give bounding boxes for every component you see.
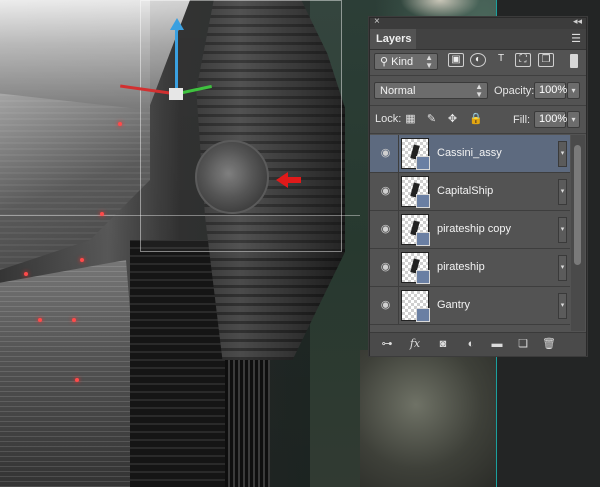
eye-icon[interactable]: ◉ bbox=[379, 299, 392, 312]
chevron-updown-icon: ▲ ▼ bbox=[425, 53, 433, 70]
warning-light bbox=[24, 272, 28, 276]
divider bbox=[398, 173, 399, 211]
shape-filter-icon[interactable]: ⛶ bbox=[515, 53, 531, 67]
eye-icon[interactable]: ◉ bbox=[379, 223, 392, 236]
fill-label: Fill: bbox=[513, 114, 531, 126]
blend-mode-select[interactable]: Normal ▲ ▼ bbox=[374, 82, 488, 99]
layer-thumbnail bbox=[401, 252, 430, 284]
warning-light bbox=[118, 122, 122, 126]
y-axis-arrow-icon[interactable] bbox=[170, 18, 184, 30]
y-axis-handle[interactable] bbox=[175, 28, 178, 90]
warning-light bbox=[72, 318, 76, 322]
warning-light bbox=[75, 378, 79, 382]
fill-dropdown-icon[interactable]: ▾ bbox=[567, 111, 580, 128]
layer-name[interactable]: Gantry bbox=[437, 299, 470, 311]
3d-layer-badge-icon bbox=[416, 156, 430, 170]
fx-icon[interactable]: fx bbox=[406, 337, 424, 351]
divider bbox=[370, 105, 586, 106]
3d-layer-badge-icon bbox=[416, 232, 430, 246]
expand-icon[interactable]: ▾ bbox=[558, 217, 567, 243]
layer-row[interactable]: ◉ pirateship ▾ bbox=[370, 249, 570, 287]
kind-filter-select[interactable]: ⚲ Kind ▲ ▼ bbox=[374, 53, 438, 70]
scrollbar-thumb[interactable] bbox=[574, 145, 581, 265]
filter-toggle[interactable] bbox=[570, 54, 578, 68]
link-icon[interactable]: ⊶ bbox=[378, 337, 396, 351]
layer-name[interactable]: pirateship copy bbox=[437, 223, 511, 235]
trash-icon[interactable]: 🗑 bbox=[540, 337, 558, 351]
3d-layer-badge-icon bbox=[416, 308, 430, 322]
lock-position-icon[interactable]: ✥ bbox=[446, 113, 459, 126]
expand-icon[interactable]: ▾ bbox=[558, 179, 567, 205]
eye-icon[interactable]: ◉ bbox=[379, 185, 392, 198]
type-filter-icon[interactable]: T bbox=[493, 53, 509, 67]
eye-icon[interactable]: ◉ bbox=[379, 261, 392, 274]
lock-image-pixels-icon[interactable]: ✎ bbox=[425, 113, 438, 126]
eye-icon[interactable]: ◉ bbox=[379, 147, 392, 160]
opacity-field[interactable]: 100% bbox=[534, 82, 567, 99]
bounding-box-edge bbox=[0, 215, 360, 216]
collapse-icon[interactable]: ◂◂ bbox=[573, 16, 582, 27]
layer-row[interactable]: ◉ CapitalShip ▾ bbox=[370, 173, 570, 211]
layer-name[interactable]: Cassini_assy bbox=[437, 147, 502, 159]
warning-light bbox=[80, 258, 84, 262]
blend-mode-value: Normal bbox=[380, 85, 416, 97]
layers-list: ◉ Cassini_assy ▾ ◉ CapitalShip ▾ ◉ pirat… bbox=[370, 135, 570, 331]
folder-icon[interactable]: ▬ bbox=[488, 337, 506, 351]
layer-row[interactable]: ◉ Cassini_assy ▾ bbox=[370, 135, 570, 173]
layer-row[interactable]: ◉ pirateship copy ▾ bbox=[370, 211, 570, 249]
layer-thumbnail bbox=[401, 138, 430, 170]
expand-icon[interactable]: ▾ bbox=[558, 141, 567, 167]
rock bbox=[360, 350, 500, 487]
warning-light bbox=[38, 318, 42, 322]
close-icon[interactable]: × bbox=[374, 16, 380, 27]
smart-object-filter-icon[interactable]: ❐ bbox=[538, 53, 554, 67]
warning-light bbox=[100, 212, 104, 216]
divider bbox=[370, 75, 586, 76]
panel-menu-icon[interactable]: ☰ bbox=[571, 32, 581, 45]
lock-transparent-pixels-icon[interactable]: ▦ bbox=[404, 113, 417, 126]
adjustment-filter-icon[interactable]: ◐ bbox=[470, 53, 486, 67]
tab-layers[interactable]: Layers bbox=[370, 29, 416, 49]
divider bbox=[398, 135, 399, 173]
divider bbox=[370, 133, 586, 134]
red-arrow-marker-tail bbox=[287, 177, 301, 183]
divider bbox=[398, 287, 399, 325]
expand-icon[interactable]: ▾ bbox=[558, 255, 567, 281]
layer-thumbnail bbox=[401, 176, 430, 208]
chevron-updown-icon: ▲ ▼ bbox=[475, 82, 483, 99]
expand-icon[interactable]: ▾ bbox=[558, 293, 567, 319]
layer-thumbnail bbox=[401, 290, 430, 322]
layer-name[interactable]: CapitalShip bbox=[437, 185, 493, 197]
3d-layer-badge-icon bbox=[416, 194, 430, 208]
panel-footer: ⊶ fx ◙ ◐ ▬ ❏ 🗑 bbox=[370, 332, 586, 356]
divider bbox=[398, 211, 399, 249]
3d-layer-badge-icon bbox=[416, 270, 430, 284]
mask-icon[interactable]: ◙ bbox=[434, 337, 452, 351]
panel-titlebar: × ◂◂ bbox=[370, 16, 586, 29]
gizmo-center-cube[interactable] bbox=[169, 88, 183, 100]
new-layer-icon[interactable]: ❏ bbox=[514, 337, 532, 351]
image-filter-icon[interactable]: ▣ bbox=[448, 53, 464, 67]
panel-tabbar: Layers ☰ bbox=[370, 29, 586, 50]
kind-filter-label: Kind bbox=[391, 56, 414, 68]
lock-label: Lock: bbox=[375, 113, 402, 125]
search-icon: ⚲ bbox=[380, 56, 392, 68]
opacity-label: Opacity: bbox=[494, 85, 535, 97]
layer-thumbnail bbox=[401, 214, 430, 246]
layer-name[interactable]: pirateship bbox=[437, 261, 485, 273]
divider bbox=[398, 249, 399, 287]
lock-all-icon[interactable]: 🔒 bbox=[469, 113, 483, 126]
fill-field[interactable]: 100% bbox=[534, 111, 567, 128]
adjustment-icon[interactable]: ◐ bbox=[462, 337, 480, 351]
opacity-dropdown-icon[interactable]: ▾ bbox=[567, 82, 580, 99]
layers-scrollbar[interactable] bbox=[571, 135, 585, 331]
layers-panel: × ◂◂ Layers ☰ ⚲ Kind ▲ ▼ ▣ ◐ T ⛶ ❐ Normal… bbox=[369, 16, 587, 356]
layer-row[interactable]: ◉ Gantry ▾ bbox=[370, 287, 570, 325]
